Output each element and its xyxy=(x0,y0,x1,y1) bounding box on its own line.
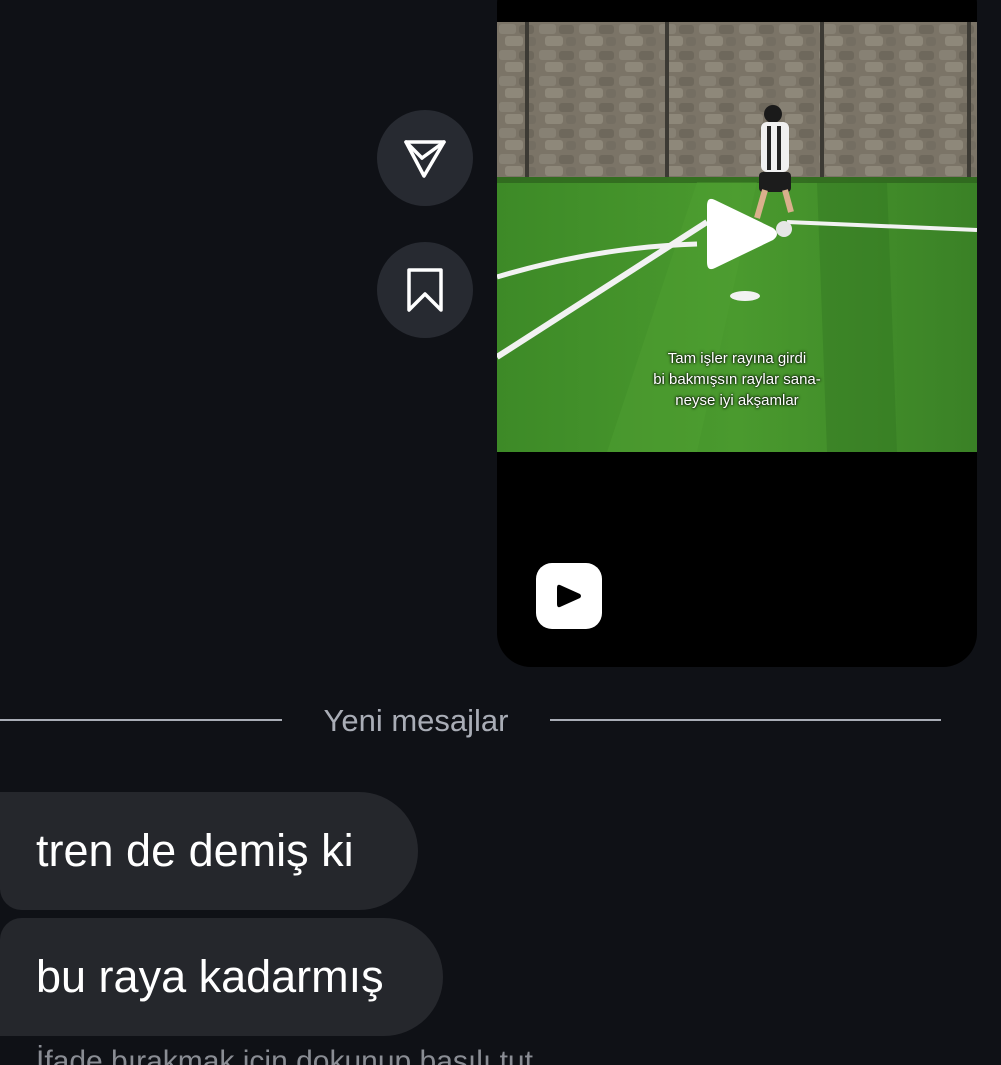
reels-icon xyxy=(536,563,602,629)
reel-message-card[interactable]: Tam işler rayına girdi bi bakmışsın rayl… xyxy=(497,0,977,667)
bookmark-icon xyxy=(407,268,443,312)
reaction-hint: İfade bırakmak için dokunup basılı tut xyxy=(36,1045,533,1065)
message-bubble[interactable]: bu raya kadarmış xyxy=(0,918,443,1036)
divider-line xyxy=(550,719,941,721)
caption-line: bi bakmışsın raylar sana- xyxy=(653,371,821,388)
new-messages-divider-label: Yeni mesajlar xyxy=(323,703,509,738)
message-bubble[interactable]: tren de demiş ki xyxy=(0,792,418,910)
chat-screen: Tam işler rayına girdi bi bakmışsın rayl… xyxy=(0,0,1001,1065)
caption-line: neyse iyi akşamlar xyxy=(675,392,799,409)
reel-caption: Tam işler rayına girdi bi bakmışsın rayl… xyxy=(497,348,977,411)
caption-line: Tam işler rayına girdi xyxy=(667,350,807,367)
save-button[interactable] xyxy=(377,242,473,338)
play-icon[interactable] xyxy=(701,192,781,276)
send-icon xyxy=(404,140,446,178)
share-button[interactable] xyxy=(377,110,473,206)
divider-line xyxy=(0,719,282,721)
